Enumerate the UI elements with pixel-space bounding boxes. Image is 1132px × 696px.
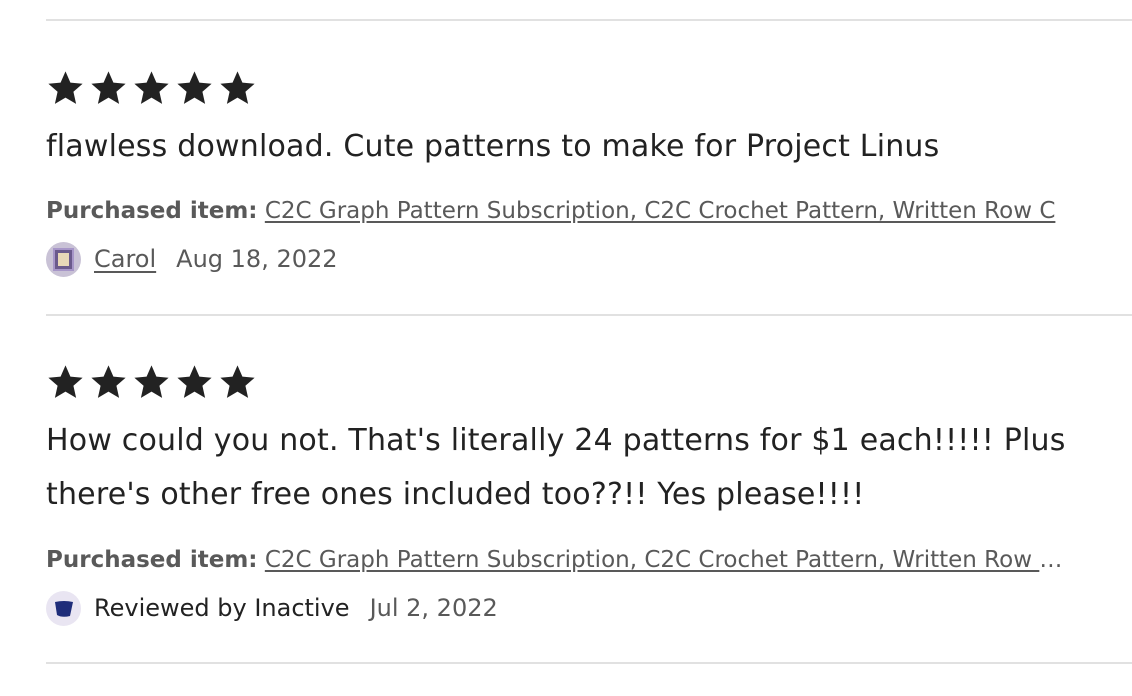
reviewer-byline: Reviewed by Inactive Jul 2, 2022 <box>46 590 498 626</box>
divider <box>46 662 1132 664</box>
star-icon <box>218 363 257 401</box>
star-icon <box>132 69 171 107</box>
star-icon <box>89 69 128 107</box>
purchased-item-label: Purchased item: <box>46 198 258 224</box>
review-date: Aug 18, 2022 <box>176 245 338 273</box>
star-icon <box>175 363 214 401</box>
purchased-item-line: Purchased item: C2C Graph Pattern Subscr… <box>46 543 1078 577</box>
divider <box>46 19 1132 21</box>
reviewer-name: Reviewed by Inactive <box>94 594 350 622</box>
reviewer-byline: Carol Aug 18, 2022 <box>46 241 338 277</box>
reviewer-name-link[interactable]: Carol <box>94 245 156 273</box>
purchased-item-label: Purchased item: <box>46 547 258 573</box>
star-icon <box>89 363 128 401</box>
star-icon <box>46 69 85 107</box>
purchased-item-link[interactable]: C2C Graph Pattern Subscription, C2C Croc… <box>265 198 1056 224</box>
star-rating <box>46 69 257 107</box>
divider <box>46 314 1132 316</box>
inactive-user-icon <box>46 590 81 626</box>
purchased-item-link[interactable]: C2C Graph Pattern Subscription, C2C Croc… <box>265 547 1078 573</box>
review-text: How could you not. That's literally 24 p… <box>46 423 1066 512</box>
star-icon <box>132 363 171 401</box>
review-text: flawless download. Cute patterns to make… <box>46 129 940 164</box>
reviews-list: flawless download. Cute patterns to make… <box>46 0 1132 696</box>
avatar[interactable] <box>46 241 81 277</box>
avatar-image <box>58 252 69 266</box>
star-icon <box>175 69 214 107</box>
star-rating <box>46 363 257 401</box>
star-icon <box>218 69 257 107</box>
review-date: Jul 2, 2022 <box>369 594 498 622</box>
purchased-item-line: Purchased item: C2C Graph Pattern Subscr… <box>46 194 1132 228</box>
star-icon <box>46 363 85 401</box>
